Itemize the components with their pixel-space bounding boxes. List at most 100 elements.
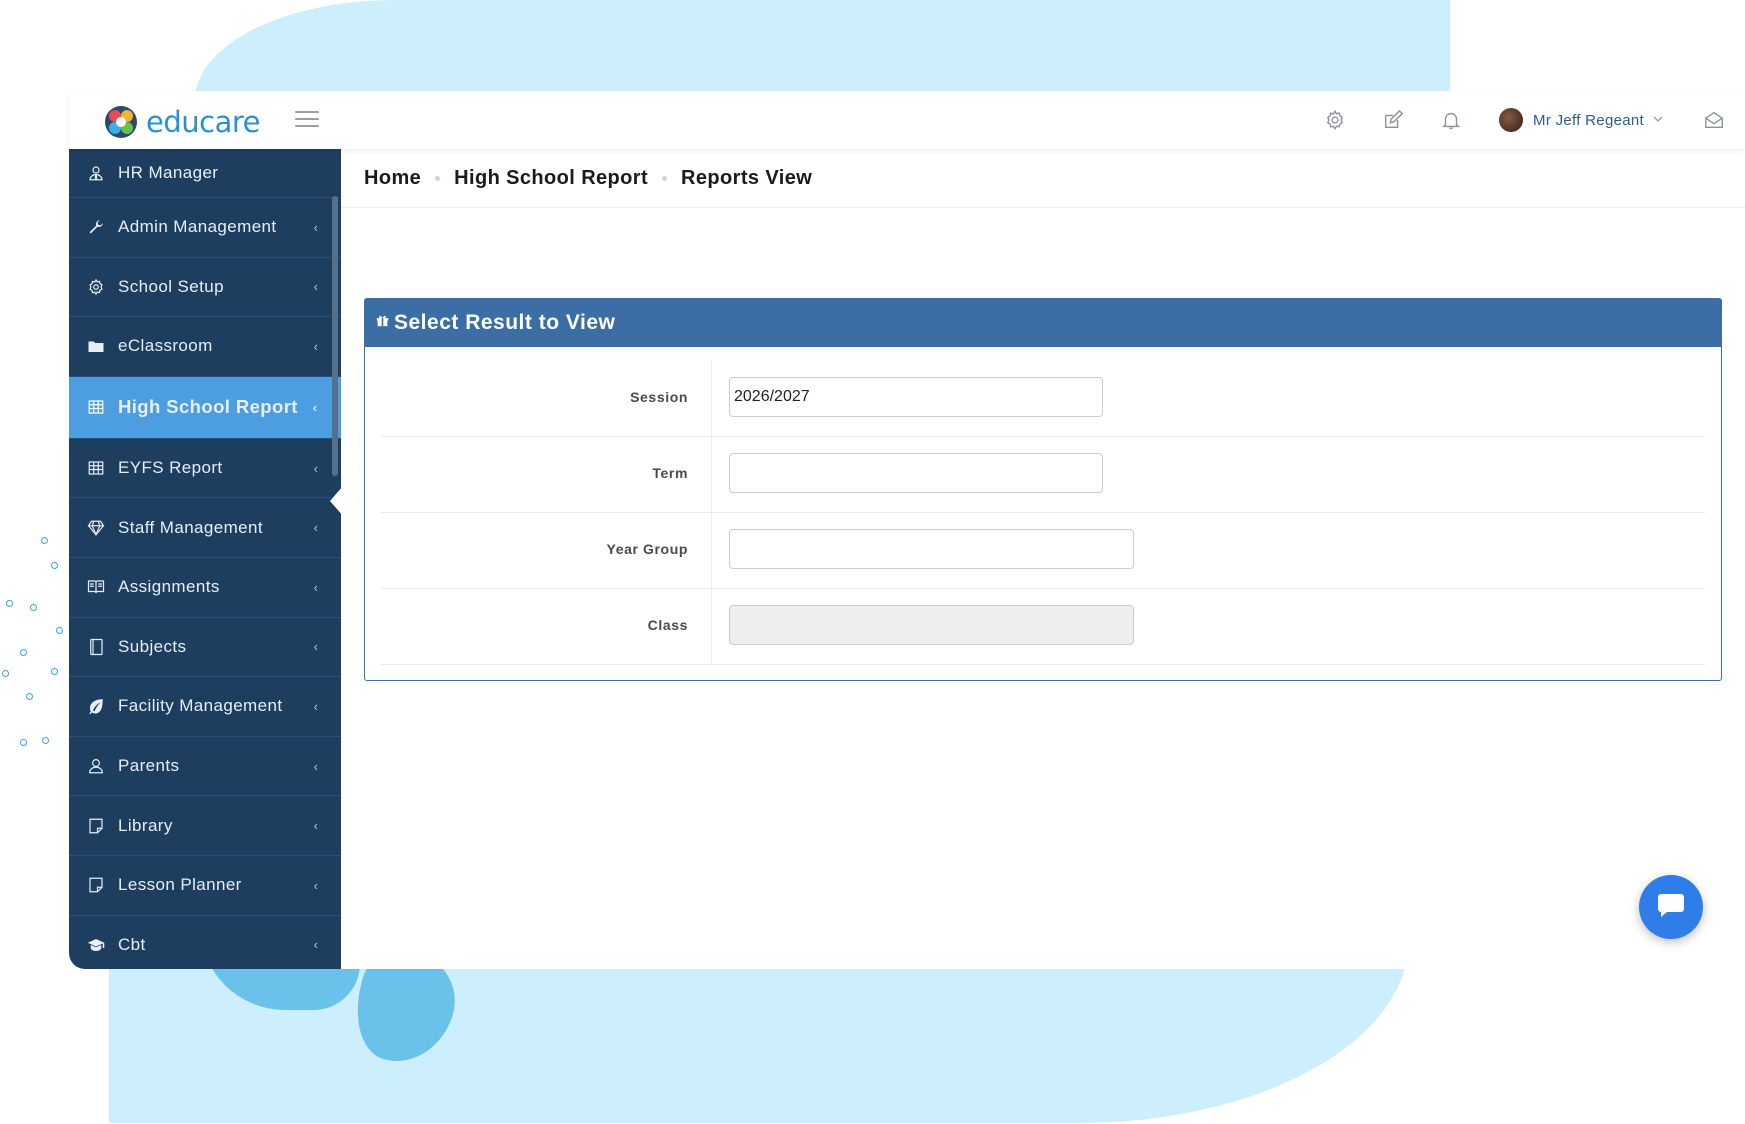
result-selection-panel: Select Result to View Session 2026/2027 … — [364, 298, 1722, 681]
user-tie-icon — [86, 163, 106, 183]
bell-icon[interactable] — [1438, 107, 1464, 133]
breadcrumb: Home High School Report Reports View — [364, 167, 812, 190]
sidebar-item-label: Cbt — [118, 934, 146, 954]
sidebar-item-label: EYFS Report — [118, 458, 223, 478]
sidebar-item-label: Parents — [118, 756, 180, 776]
panel-title: Select Result to View — [394, 311, 616, 334]
form-row-term: Term — [381, 437, 1705, 513]
sidebar-item-staff-management[interactable]: Staff Management ‹ — [69, 498, 341, 558]
sidebar-item-subjects[interactable]: Subjects ‹ — [69, 618, 341, 678]
chevron-down-icon — [1653, 111, 1663, 129]
user-name: Mr Jeff Regeant — [1533, 111, 1644, 129]
panel-header: Select Result to View — [365, 299, 1721, 347]
envelope-open-icon[interactable] — [1701, 107, 1727, 133]
chevron-left-icon: ‹ — [313, 460, 318, 476]
table-icon — [86, 458, 106, 478]
breadcrumb-high-school-report[interactable]: High School Report — [454, 167, 648, 190]
divider — [711, 589, 712, 665]
sidebar-item-label: Subjects — [118, 636, 187, 656]
chevron-left-icon: ‹ — [313, 758, 318, 774]
top-bar: educare Mr Jeff Regeant — [69, 91, 1745, 149]
form-row-class: Class — [381, 589, 1705, 665]
brand-name: educare — [146, 105, 260, 139]
selection-form: Session 2026/2027 Term Year Group Class — [381, 361, 1705, 665]
chevron-left-icon: ‹ — [313, 579, 318, 595]
sidebar-item-parents[interactable]: Parents ‹ — [69, 737, 341, 797]
sidebar-item-library[interactable]: Library ‹ — [69, 796, 341, 856]
sidebar-item-label: Facility Management — [118, 696, 283, 716]
year-group-select[interactable] — [729, 529, 1134, 569]
divider — [341, 207, 1745, 208]
sidebar-item-label: Library — [118, 815, 173, 835]
edit-icon[interactable] — [1380, 107, 1406, 133]
book-icon — [86, 577, 106, 597]
diamond-icon — [86, 518, 106, 538]
note-icon — [86, 816, 106, 836]
sidebar-item-label: Staff Management — [118, 517, 264, 537]
session-label: Session — [630, 389, 688, 405]
breadcrumb-home[interactable]: Home — [364, 167, 421, 190]
breadcrumb-current: Reports View — [681, 167, 813, 189]
sidebar-item-label: Lesson Planner — [118, 875, 242, 895]
folder-icon — [86, 336, 106, 356]
active-indicator — [330, 486, 343, 516]
sidebar-item-assignments[interactable]: Assignments ‹ — [69, 558, 341, 618]
table-icon — [86, 397, 106, 417]
sidebar-item-lesson-planner[interactable]: Lesson Planner ‹ — [69, 856, 341, 916]
main-content: Home High School Report Reports View Sel… — [341, 149, 1745, 969]
gear-icon — [86, 277, 106, 297]
chevron-left-icon: ‹ — [313, 818, 318, 834]
chevron-left-icon: ‹ — [313, 937, 318, 953]
sidebar-item-facility-management[interactable]: Facility Management ‹ — [69, 677, 341, 737]
class-select — [729, 605, 1134, 645]
sidebar-item-school-setup[interactable]: School Setup ‹ — [69, 258, 341, 318]
brand-logo[interactable]: educare — [104, 105, 260, 139]
chevron-left-icon: ‹ — [313, 338, 318, 354]
menu-toggle-button[interactable] — [295, 111, 319, 129]
sidebar-item-label: HR Manager — [118, 163, 219, 182]
class-label: Class — [647, 617, 688, 633]
form-row-year-group: Year Group — [381, 513, 1705, 589]
chevron-left-icon: ‹ — [313, 279, 318, 295]
logo-icon — [104, 105, 138, 139]
sidebar-item-label: Assignments — [118, 577, 220, 597]
chevron-left-icon: ‹ — [313, 698, 318, 714]
top-bar-actions: Mr Jeff Regeant — [1290, 91, 1745, 149]
backdrop-top-shape — [195, 0, 1450, 100]
sidebar-item-hr-manager[interactable]: HR Manager — [69, 149, 341, 198]
chevron-left-icon: ‹ — [313, 877, 318, 893]
sidebar-item-eclassroom[interactable]: eClassroom ‹ — [69, 317, 341, 377]
chat-button[interactable] — [1639, 875, 1703, 939]
divider — [711, 513, 712, 589]
term-label: Term — [652, 465, 688, 481]
chat-bubble-icon — [1656, 891, 1686, 924]
chevron-left-icon: ‹ — [313, 520, 318, 536]
form-row-session: Session 2026/2027 — [381, 361, 1705, 437]
gift-icon — [376, 314, 389, 332]
sidebar-item-high-school-report[interactable]: High School Report ‹ — [69, 376, 341, 439]
graduation-cap-icon — [86, 935, 106, 955]
sidebar: HR Manager Admin Management ‹ School Set… — [69, 149, 341, 969]
user-icon — [86, 756, 106, 776]
sidebar-item-label: High School Report — [118, 396, 298, 418]
gear-icon[interactable] — [1322, 107, 1348, 133]
divider — [711, 437, 712, 513]
session-select[interactable]: 2026/2027 — [729, 377, 1103, 417]
sidebar-item-label: Admin Management — [118, 217, 277, 237]
sidebar-item-cbt[interactable]: Cbt ‹ — [69, 916, 341, 969]
sidebar-item-label: School Setup — [118, 276, 224, 296]
avatar — [1499, 108, 1524, 132]
breadcrumb-separator — [435, 176, 441, 181]
sidebar-scrollbar[interactable] — [332, 196, 338, 476]
notebook-icon — [86, 637, 106, 657]
chevron-left-icon: ‹ — [313, 219, 318, 235]
page: educare Mr Jeff Regeant HR Manager Admin… — [0, 0, 1745, 1124]
divider — [711, 361, 712, 437]
user-menu[interactable]: Mr Jeff Regeant — [1499, 108, 1663, 132]
sidebar-item-admin-management[interactable]: Admin Management ‹ — [69, 198, 341, 258]
year-group-label: Year Group — [606, 541, 688, 557]
term-select[interactable] — [729, 453, 1103, 493]
sidebar-item-eyfs-report[interactable]: EYFS Report ‹ — [69, 439, 341, 499]
chevron-left-icon: ‹ — [312, 399, 317, 415]
chevron-left-icon: ‹ — [313, 639, 318, 655]
